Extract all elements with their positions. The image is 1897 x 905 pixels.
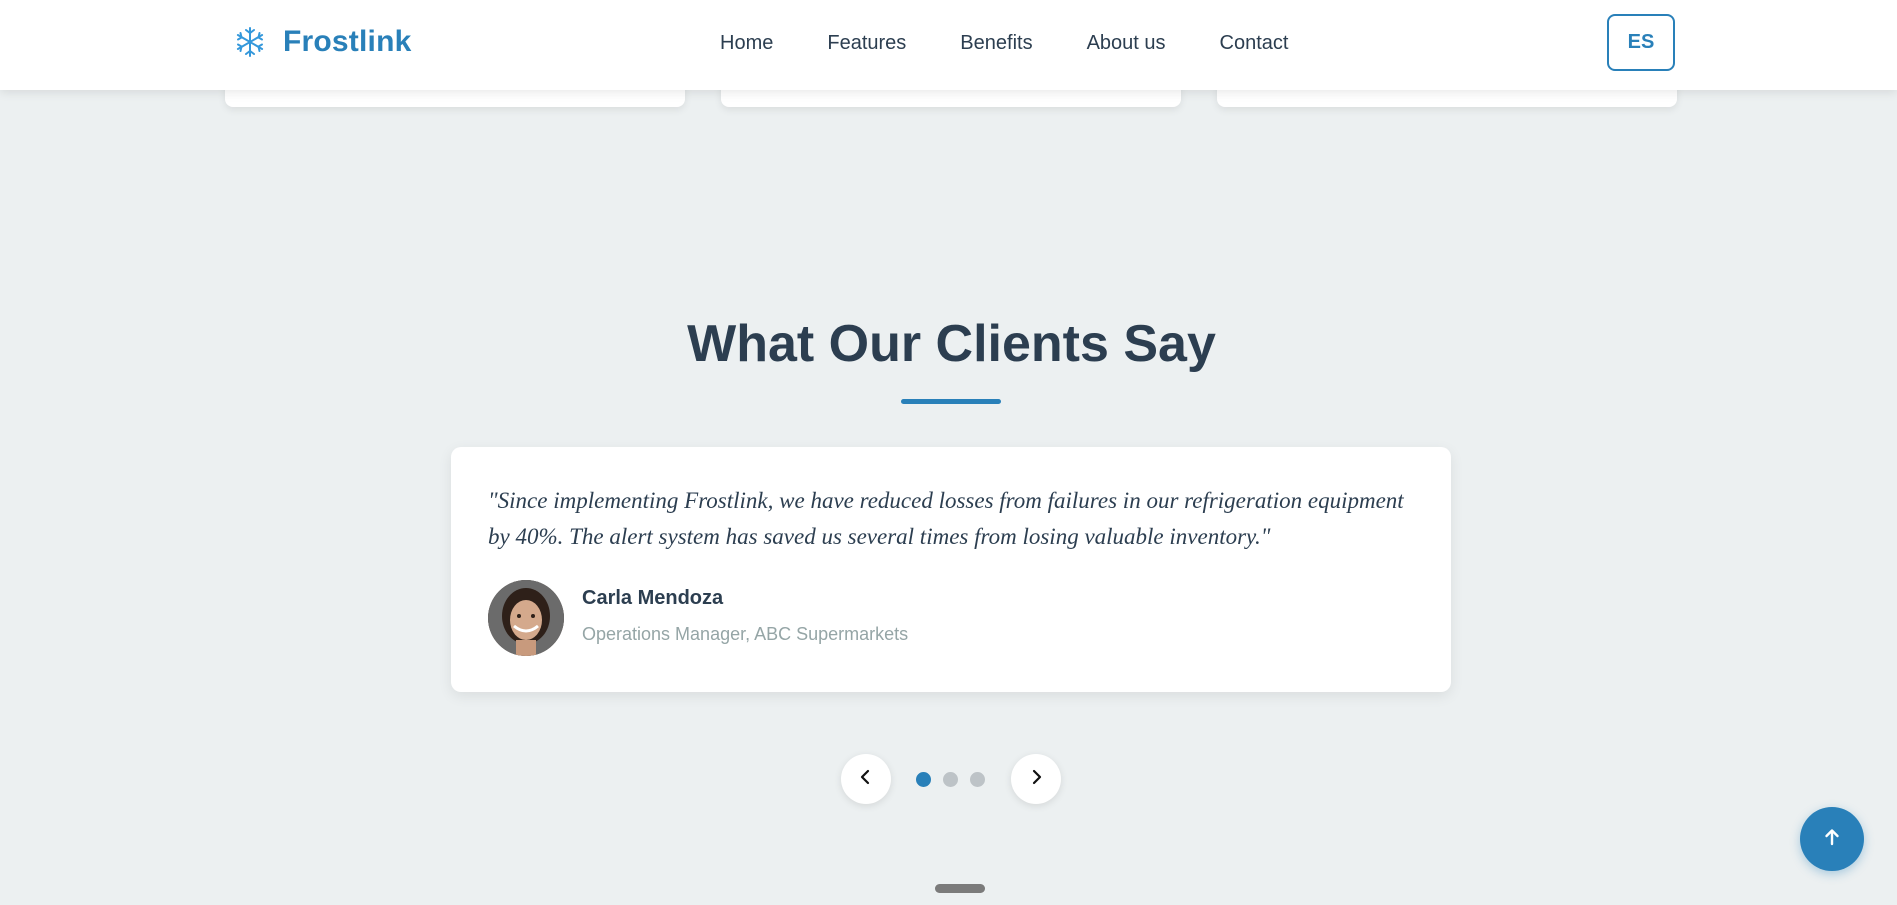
- carousel-dot-2[interactable]: [943, 772, 958, 787]
- site-header: Frostlink Home Features Benefits About u…: [0, 0, 1897, 90]
- nav-about-us[interactable]: About us: [1087, 28, 1166, 58]
- avatar: [488, 580, 564, 656]
- scroll-handle[interactable]: [935, 884, 985, 893]
- nav-benefits[interactable]: Benefits: [960, 28, 1032, 58]
- chevron-left-icon: [858, 769, 874, 790]
- nav-features[interactable]: Features: [827, 28, 906, 58]
- scroll-to-top-button[interactable]: [1800, 807, 1864, 871]
- title-underline: [901, 399, 1001, 404]
- carousel-dot-1[interactable]: [916, 772, 931, 787]
- arrow-up-icon: [1823, 828, 1841, 851]
- testimonial-card: "Since implementing Frostlink, we have r…: [451, 447, 1451, 692]
- carousel-dot-3[interactable]: [970, 772, 985, 787]
- snowflake-icon: [233, 25, 267, 59]
- author-role: Operations Manager, ABC Supermarkets: [582, 624, 909, 644]
- brand-logo[interactable]: Frostlink: [233, 20, 411, 64]
- chevron-right-icon: [1028, 769, 1044, 790]
- language-toggle-button[interactable]: ES: [1607, 14, 1675, 71]
- brand-name: Frostlink: [283, 25, 412, 58]
- carousel-next-button[interactable]: [1011, 754, 1061, 804]
- nav-contact[interactable]: Contact: [1220, 28, 1289, 58]
- section-title: What Our Clients Say: [687, 315, 1216, 373]
- carousel-prev-button[interactable]: [841, 754, 891, 804]
- testimonial-quote: "Since implementing Frostlink, we have r…: [488, 488, 1404, 549]
- author-name: Carla Mendoza: [582, 587, 724, 609]
- nav-home[interactable]: Home: [720, 28, 773, 58]
- main-nav: Home Features Benefits About us Contact: [720, 28, 1342, 58]
- carousel-dots: [916, 772, 985, 787]
